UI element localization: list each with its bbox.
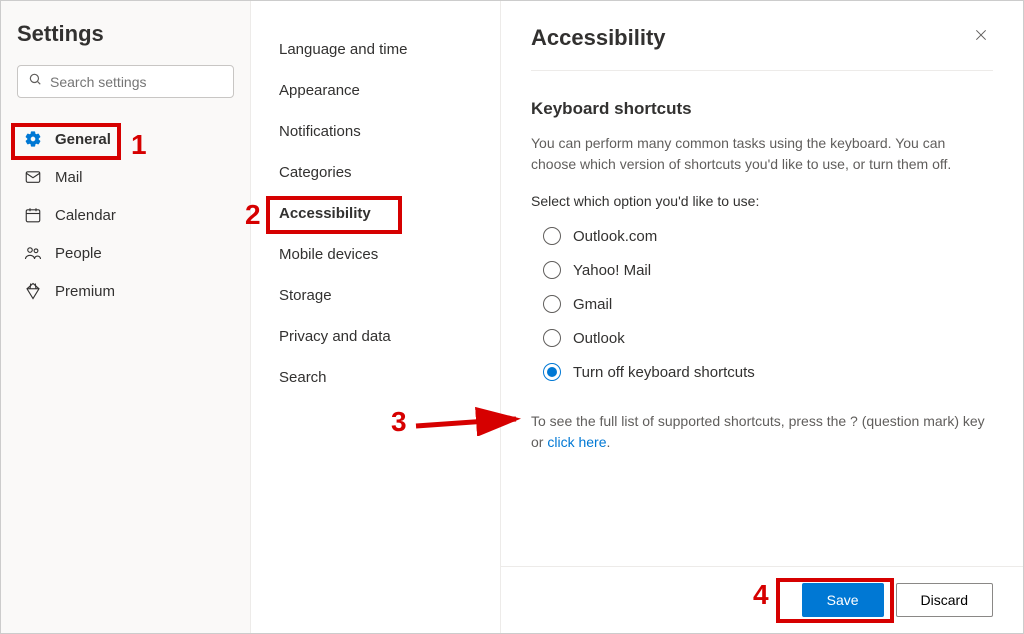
gear-icon [23, 129, 43, 149]
radio-yahoo[interactable]: Yahoo! Mail [543, 253, 993, 287]
nav-label: People [55, 245, 102, 262]
radio-icon [543, 261, 561, 279]
nav-label: Mail [55, 169, 83, 186]
subnav-appearance[interactable]: Appearance [251, 70, 500, 111]
radio-turn-off[interactable]: Turn off keyboard shortcuts [543, 355, 993, 389]
settings-sidebar: Settings General Mail Calendar People [1, 1, 251, 633]
close-icon [973, 30, 989, 47]
radio-group-label: Select which option you'd like to use: [531, 193, 993, 209]
nav-label: Premium [55, 283, 115, 300]
nav-item-general[interactable]: General [17, 120, 234, 158]
close-button[interactable] [969, 23, 993, 52]
content-title: Accessibility [531, 25, 666, 51]
subnav-storage[interactable]: Storage [251, 275, 500, 316]
search-input[interactable] [50, 74, 223, 90]
save-button[interactable]: Save [802, 583, 884, 617]
nav-item-calendar[interactable]: Calendar [17, 196, 234, 234]
nav-item-mail[interactable]: Mail [17, 158, 234, 196]
section-title: Keyboard shortcuts [531, 99, 993, 119]
radio-label: Gmail [573, 296, 612, 313]
subnav-notifications[interactable]: Notifications [251, 111, 500, 152]
radio-label: Outlook [573, 330, 625, 347]
subnav-categories[interactable]: Categories [251, 152, 500, 193]
premium-icon [23, 281, 43, 301]
people-icon [23, 243, 43, 263]
help-link[interactable]: click here [547, 434, 606, 450]
search-icon [28, 72, 50, 91]
radio-icon [543, 363, 561, 381]
nav-item-premium[interactable]: Premium [17, 272, 234, 310]
nav-label: Calendar [55, 207, 116, 224]
footer: Save Discard [501, 566, 1023, 633]
section-description: You can perform many common tasks using … [531, 133, 993, 175]
settings-subnav: Language and time Appearance Notificatio… [251, 1, 501, 633]
search-container[interactable] [17, 65, 234, 98]
subnav-accessibility[interactable]: Accessibility [251, 193, 500, 234]
radio-label: Outlook.com [573, 228, 657, 245]
radio-icon [543, 295, 561, 313]
subnav-search[interactable]: Search [251, 357, 500, 398]
page-title: Settings [17, 21, 234, 47]
discard-button[interactable]: Discard [896, 583, 993, 617]
shortcut-options: Outlook.com Yahoo! Mail Gmail Outlook Tu… [543, 219, 993, 389]
radio-icon [543, 329, 561, 347]
radio-gmail[interactable]: Gmail [543, 287, 993, 321]
content-pane: Accessibility Keyboard shortcuts You can… [501, 1, 1023, 633]
help-text-post: . [606, 434, 610, 450]
nav-label: General [55, 131, 111, 148]
radio-label: Yahoo! Mail [573, 262, 651, 279]
radio-outlook[interactable]: Outlook [543, 321, 993, 355]
nav-item-people[interactable]: People [17, 234, 234, 272]
radio-label: Turn off keyboard shortcuts [573, 364, 755, 381]
mail-icon [23, 167, 43, 187]
subnav-language[interactable]: Language and time [251, 29, 500, 70]
radio-outlook-com[interactable]: Outlook.com [543, 219, 993, 253]
calendar-icon [23, 205, 43, 225]
divider [531, 70, 993, 71]
subnav-privacy[interactable]: Privacy and data [251, 316, 500, 357]
radio-icon [543, 227, 561, 245]
subnav-mobile[interactable]: Mobile devices [251, 234, 500, 275]
help-text: To see the full list of supported shortc… [531, 411, 993, 453]
